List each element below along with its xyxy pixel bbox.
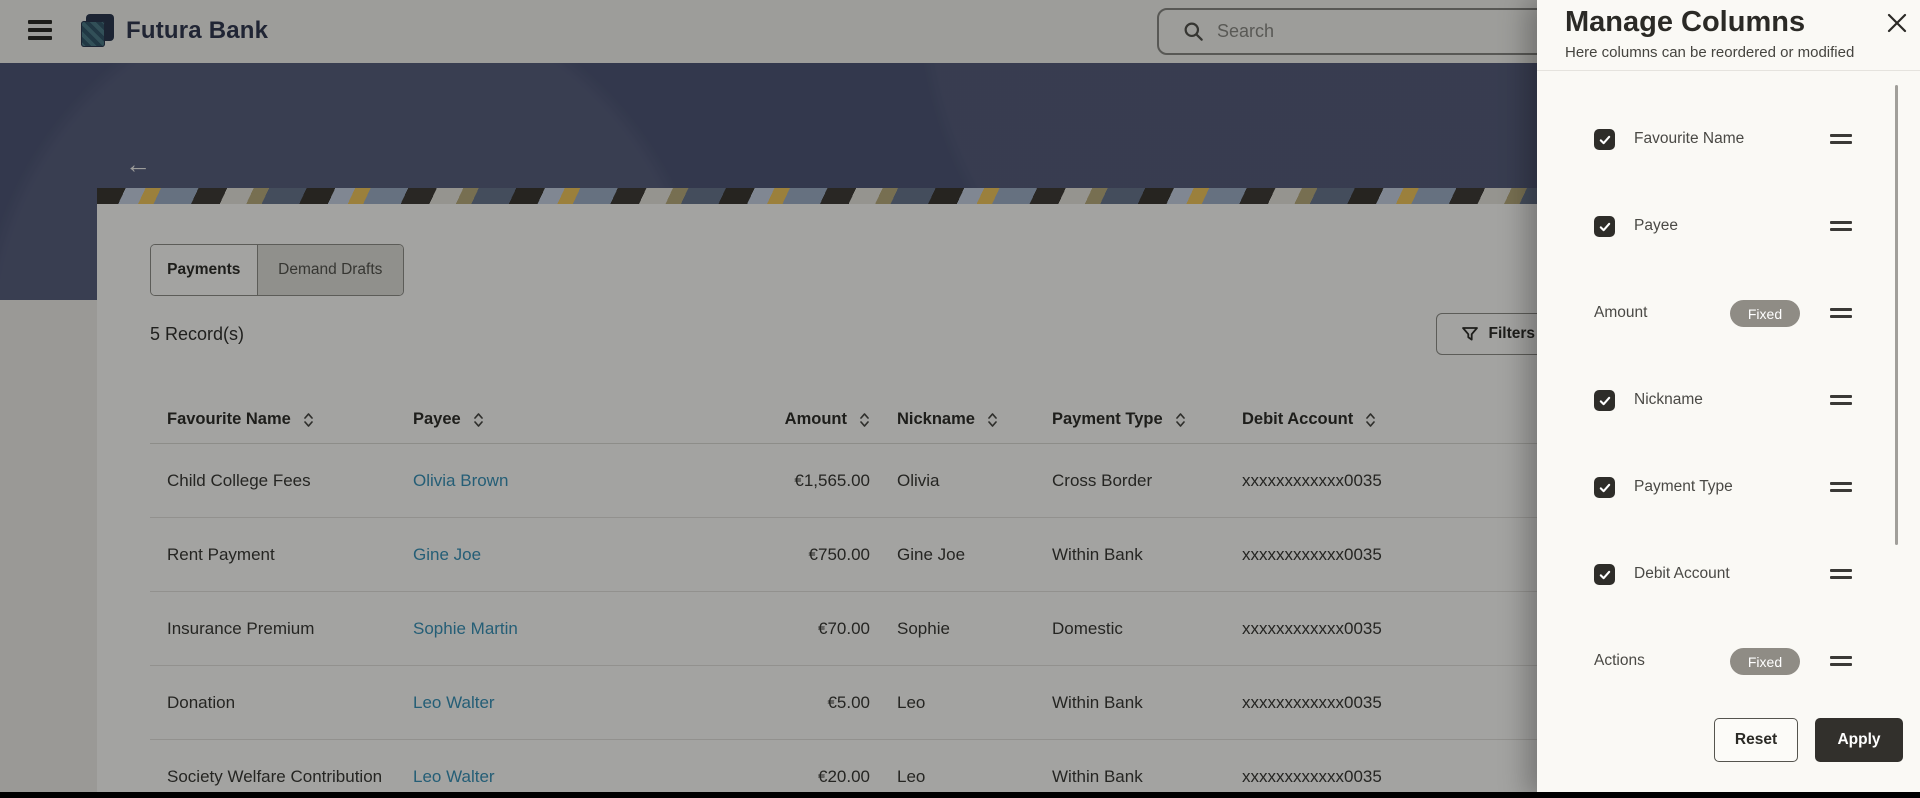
column-item-label: Payee	[1634, 217, 1678, 234]
column-checkbox[interactable]	[1594, 216, 1615, 237]
handle-bar	[1830, 141, 1852, 144]
checkmark-icon	[1599, 570, 1610, 579]
column-item-label: Amount	[1594, 304, 1648, 321]
checkmark-icon	[1599, 222, 1610, 231]
reset-button[interactable]: Reset	[1714, 718, 1798, 762]
drag-handle-icon[interactable]	[1830, 221, 1852, 231]
column-item-favourite-name: Favourite Name	[1537, 96, 1920, 183]
column-item-amount: Amount Fixed	[1537, 270, 1920, 357]
handle-bar	[1830, 656, 1852, 659]
handle-bar	[1830, 308, 1852, 311]
panel-title: Manage Columns	[1565, 6, 1806, 38]
handle-bar	[1830, 228, 1852, 231]
handle-bar	[1830, 395, 1852, 398]
column-item-label: Favourite Name	[1634, 130, 1745, 147]
column-checkbox[interactable]	[1594, 390, 1615, 411]
manage-columns-panel: Manage Columns Here columns can be reord…	[1537, 0, 1920, 798]
handle-bar	[1830, 315, 1852, 318]
checkmark-icon	[1599, 135, 1610, 144]
drag-handle-icon[interactable]	[1830, 395, 1852, 405]
column-checkbox[interactable]	[1594, 129, 1615, 150]
column-item-list: Favourite Name Payee Amount Fixed Nickna…	[1537, 96, 1920, 705]
column-item-payment-type: Payment Type	[1537, 444, 1920, 531]
drag-handle-icon[interactable]	[1830, 656, 1852, 666]
handle-bar	[1830, 489, 1852, 492]
bottom-bar	[0, 792, 1920, 798]
handle-bar	[1830, 134, 1852, 137]
drag-handle-icon[interactable]	[1830, 569, 1852, 579]
app: Futura Bank ← Favourites Payments Demand	[0, 0, 1920, 798]
column-item-label: Payment Type	[1634, 478, 1733, 495]
panel-scrollbar[interactable]	[1895, 85, 1898, 545]
drag-handle-icon[interactable]	[1830, 134, 1852, 144]
column-checkbox[interactable]	[1594, 477, 1615, 498]
panel-subtitle: Here columns can be reordered or modifie…	[1565, 44, 1855, 61]
column-item-payee: Payee	[1537, 183, 1920, 270]
column-item-actions: Actions Fixed	[1537, 618, 1920, 705]
fixed-badge: Fixed	[1730, 648, 1800, 675]
handle-bar	[1830, 402, 1852, 405]
apply-button[interactable]: Apply	[1815, 718, 1903, 762]
handle-bar	[1830, 221, 1852, 224]
panel-footer: Reset Apply	[1537, 718, 1920, 762]
handle-bar	[1830, 663, 1852, 666]
handle-bar	[1830, 576, 1852, 579]
handle-bar	[1830, 569, 1852, 572]
checkmark-icon	[1599, 396, 1610, 405]
column-checkbox[interactable]	[1594, 564, 1615, 585]
column-item-label: Actions	[1594, 652, 1645, 669]
column-item-label: Nickname	[1634, 391, 1703, 408]
column-item-nickname: Nickname	[1537, 357, 1920, 444]
column-item-label: Debit Account	[1634, 565, 1730, 582]
close-icon	[1887, 13, 1907, 33]
fixed-badge: Fixed	[1730, 300, 1800, 327]
column-item-debit-account: Debit Account	[1537, 531, 1920, 618]
handle-bar	[1830, 482, 1852, 485]
checkmark-icon	[1599, 483, 1610, 492]
panel-divider	[1537, 70, 1920, 71]
drag-handle-icon[interactable]	[1830, 482, 1852, 492]
close-button[interactable]	[1885, 11, 1909, 35]
drag-handle-icon[interactable]	[1830, 308, 1852, 318]
